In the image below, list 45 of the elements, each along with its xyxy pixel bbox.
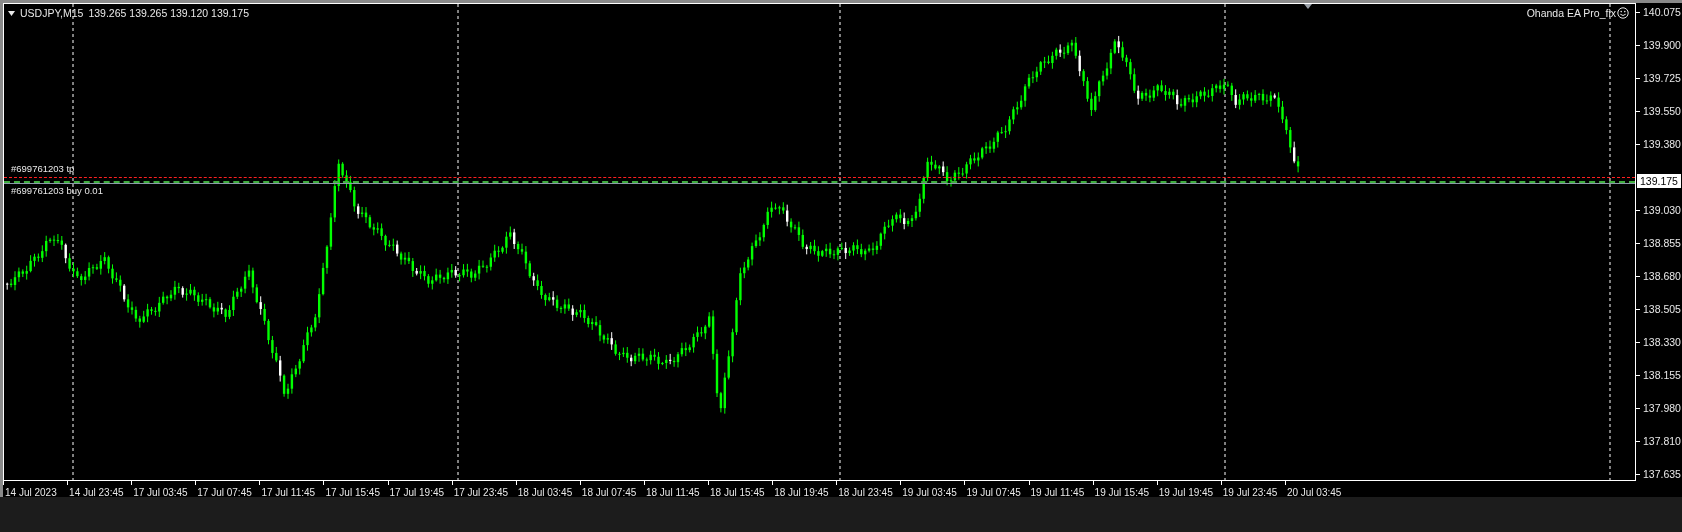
time-label: 18 Jul 07:45	[580, 487, 638, 498]
time-label: 18 Jul 15:45	[709, 487, 766, 498]
price-label: 140.075	[1643, 6, 1681, 18]
time-label: 19 Jul 07:45	[965, 487, 1022, 498]
time-label: 14 Jul 23:45	[68, 487, 125, 498]
take-profit-line[interactable]	[4, 177, 1635, 178]
time-label: 18 Jul 23:45	[837, 487, 894, 498]
time-label: 14 Jul 2023	[4, 487, 58, 498]
time-label: 19 Jul 03:45	[901, 487, 958, 498]
price-label: 137.810	[1643, 435, 1681, 447]
price-label: 139.380	[1643, 138, 1681, 150]
current-price-label: 139.175	[1637, 174, 1681, 188]
price-label: 138.680	[1643, 270, 1681, 282]
price-label: 139.550	[1643, 105, 1681, 117]
smiley-icon[interactable]	[1617, 7, 1629, 19]
triangle-icon[interactable]	[1304, 4, 1312, 9]
dropdown-caret-icon[interactable]	[8, 10, 15, 16]
ohlc-values: 139.265 139.265 139.120 139.175	[88, 7, 249, 19]
time-label: 17 Jul 19:45	[388, 487, 446, 498]
time-label: 17 Jul 23:45	[452, 487, 510, 498]
time-label: 19 Jul 19:45	[1157, 487, 1215, 498]
price-label: 137.635	[1643, 468, 1681, 480]
price-label: 138.505	[1643, 303, 1681, 315]
time-label: 18 Jul 19:45	[773, 487, 830, 498]
time-label: 17 Jul 15:45	[324, 487, 381, 498]
time-label: 17 Jul 11:45	[260, 487, 317, 498]
time-label: 18 Jul 11:45	[644, 487, 701, 498]
time-label: 17 Jul 07:45	[196, 487, 253, 498]
price-label: 138.330	[1643, 336, 1681, 348]
price-label: 138.155	[1643, 369, 1681, 381]
time-label: 19 Jul 23:45	[1221, 487, 1279, 498]
price-label: 139.725	[1643, 72, 1681, 84]
price-label: 137.980	[1643, 402, 1681, 414]
time-label: 18 Jul 03:45	[516, 487, 574, 498]
expert-name: Ohanda EA Pro_fix	[1526, 7, 1616, 19]
time-label: 20 Jul 03:45	[1285, 487, 1343, 498]
symbol-label: USDJPY,M15	[20, 7, 84, 19]
price-label: 138.855	[1643, 237, 1681, 249]
price-label: 139.030	[1643, 204, 1681, 216]
time-label: 19 Jul 11:45	[1029, 487, 1086, 498]
order-label: #699761203 tp	[11, 163, 75, 174]
time-label: 17 Jul 03:45	[132, 487, 189, 498]
order-label: #699761203 buy 0.01	[11, 185, 103, 196]
price-label: 139.900	[1643, 39, 1681, 51]
time-label: 19 Jul 15:45	[1093, 487, 1151, 498]
